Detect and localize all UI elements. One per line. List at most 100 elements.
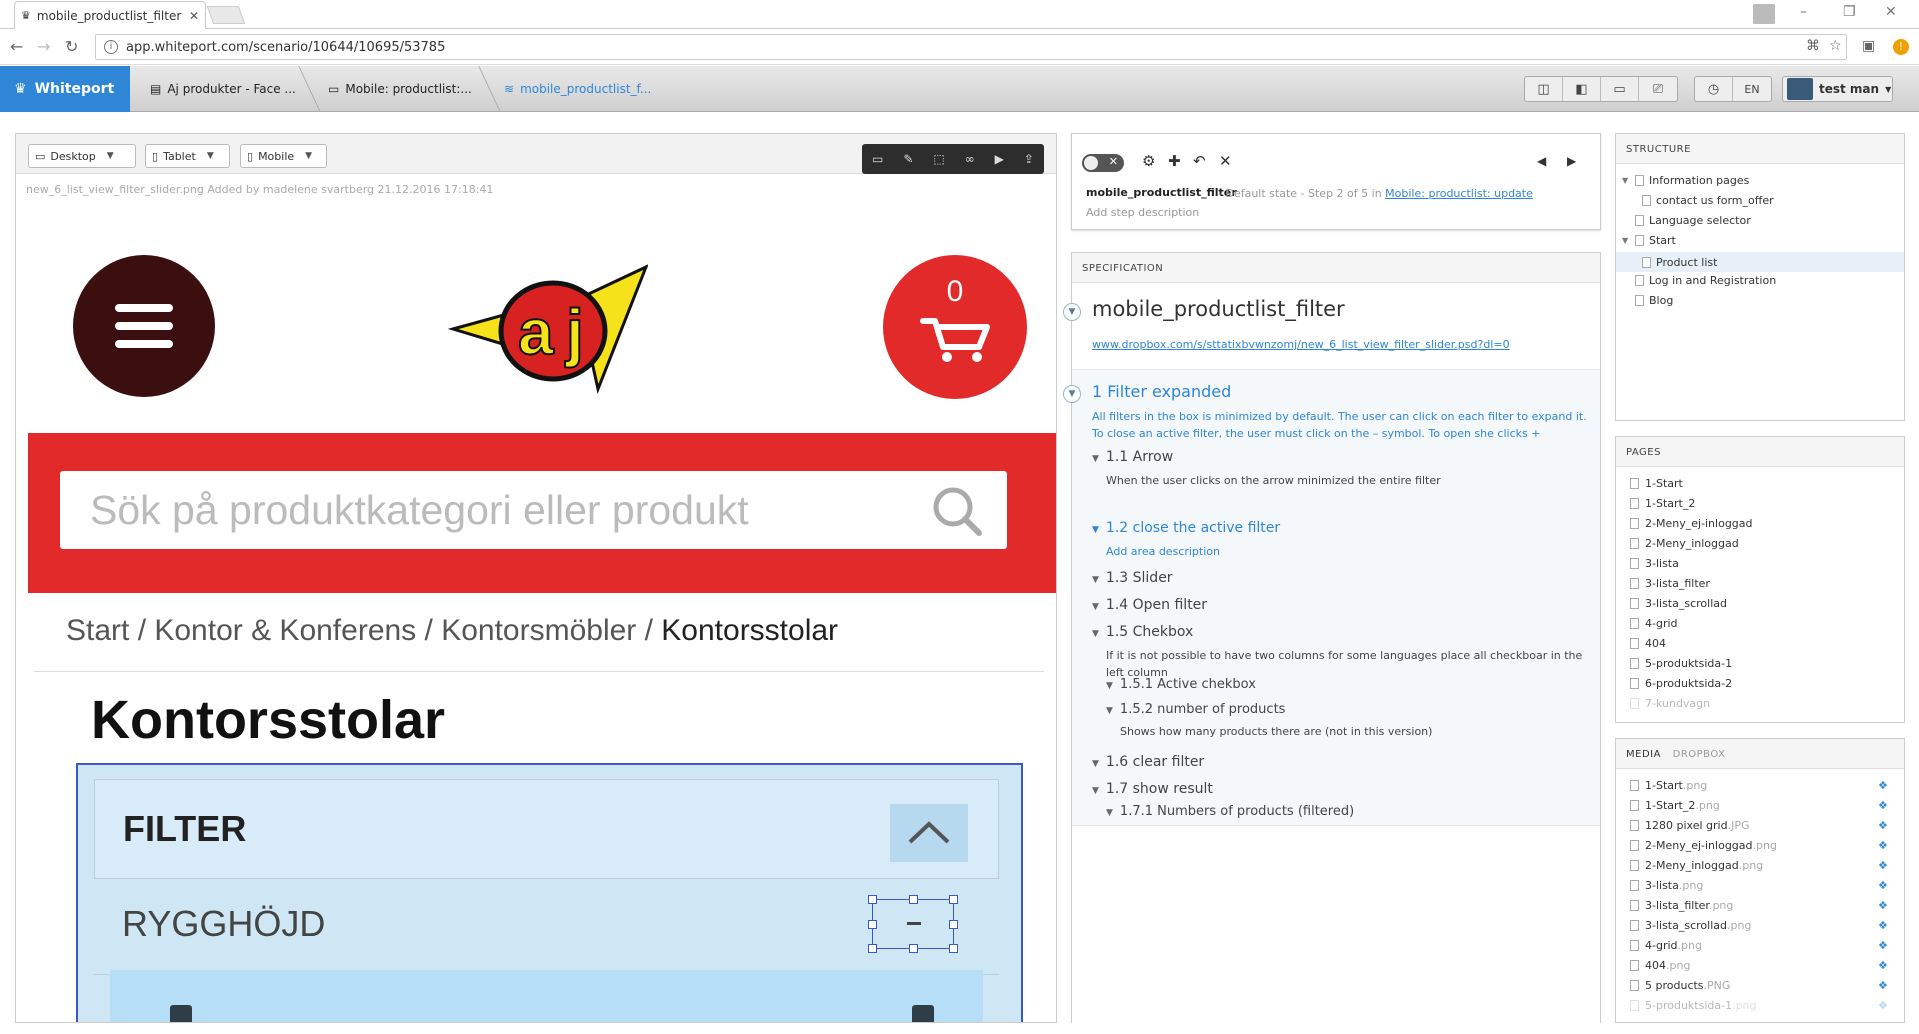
- spec-item-1-4[interactable]: ▼ 1.4 Open filter: [1092, 597, 1207, 613]
- page-item[interactable]: 7-kundvagn: [1630, 697, 1710, 710]
- spec-item-1-5-1[interactable]: ▼ 1.5.1 Active chekbox: [1106, 677, 1256, 692]
- page-item[interactable]: 6-produktsida-2: [1630, 677, 1732, 690]
- step-description[interactable]: Add step description: [1086, 206, 1199, 219]
- spec-source-link[interactable]: www.dropbox.com/s/sttatixbvwnzomj/new_6_…: [1092, 338, 1510, 351]
- dropbox-icon[interactable]: ❖: [1878, 979, 1888, 992]
- resize-handle[interactable]: [868, 895, 877, 904]
- user-menu[interactable]: test man ▼: [1782, 76, 1893, 102]
- spec-item-1-7[interactable]: ▼ 1.7 show result: [1092, 781, 1213, 797]
- play-icon[interactable]: ▶: [995, 152, 1004, 166]
- resize-handle[interactable]: [868, 920, 877, 929]
- restore-icon[interactable]: ❐: [1843, 4, 1856, 20]
- cast-icon[interactable]: ▣: [1862, 38, 1875, 54]
- state-toggle[interactable]: ✕: [1082, 154, 1124, 172]
- minimize-icon[interactable]: –: [1800, 4, 1807, 20]
- media-item[interactable]: 4-grid.png: [1630, 939, 1702, 952]
- breadcrumb-step[interactable]: ≋ mobile_productlist_f...: [486, 66, 651, 112]
- media-item[interactable]: 1-Start_2.png: [1630, 799, 1720, 812]
- breadcrumb-scenario[interactable]: ▭ Mobile: productlist:...: [310, 66, 472, 112]
- page-item[interactable]: 1-Start_2: [1630, 497, 1695, 510]
- tree-item-selected[interactable]: Product list: [1616, 252, 1904, 272]
- page-item[interactable]: 4-grid: [1630, 617, 1678, 630]
- page-item[interactable]: 1-Start: [1630, 477, 1683, 490]
- dropbox-icon[interactable]: ❖: [1878, 919, 1888, 932]
- next-step-icon[interactable]: ▶: [1567, 154, 1576, 168]
- selected-area-close-filter[interactable]: [868, 895, 958, 953]
- device-desktop-button[interactable]: ▭ Desktop ▼: [28, 144, 136, 168]
- address-bar[interactable]: i app.whiteport.com/scenario/10644/10695…: [95, 34, 1847, 60]
- dropbox-icon[interactable]: ❖: [1878, 799, 1888, 812]
- media-item[interactable]: 2-Meny_ej-inloggad.png: [1630, 839, 1777, 852]
- collapse-toggle-icon[interactable]: ▼: [1063, 385, 1081, 403]
- item-description[interactable]: Add area description: [1106, 543, 1220, 560]
- tree-item[interactable]: ▼ Start: [1622, 234, 1676, 247]
- profile-icon[interactable]: [1753, 4, 1775, 24]
- dropbox-icon[interactable]: ❖: [1878, 959, 1888, 972]
- spec-item-1-1[interactable]: ▼ 1.1 Arrow: [1092, 449, 1173, 465]
- close-icon[interactable]: ✕: [189, 9, 199, 23]
- media-item[interactable]: 1-Start.png: [1630, 779, 1707, 792]
- monitor-tool-icon[interactable]: ▭: [872, 152, 883, 166]
- section-title[interactable]: 1 Filter expanded: [1092, 382, 1231, 401]
- tab-media[interactable]: MEDIA: [1626, 749, 1661, 760]
- scenario-link[interactable]: Mobile: productlist: update: [1385, 187, 1533, 200]
- select-area-icon[interactable]: ⬚: [933, 152, 944, 166]
- resize-handle[interactable]: [868, 944, 877, 953]
- resize-handle[interactable]: [909, 895, 918, 904]
- layout-single-icon[interactable]: ▭: [1601, 77, 1639, 101]
- breadcrumb-project[interactable]: ▤ Aj produkter - Face ...: [132, 66, 296, 112]
- dropbox-icon[interactable]: ❖: [1878, 899, 1888, 912]
- spec-item-1-7-1[interactable]: ▼ 1.7.1 Numbers of products (filtered): [1106, 804, 1354, 819]
- tree-item[interactable]: Language selector: [1635, 214, 1751, 227]
- media-item[interactable]: 5 products.PNG: [1630, 979, 1730, 992]
- page-item[interactable]: 3-lista_scrollad: [1630, 597, 1727, 610]
- page-item[interactable]: 2-Meny_inloggad: [1630, 537, 1739, 550]
- history-icon[interactable]: ◷: [1695, 77, 1733, 101]
- tree-item[interactable]: Blog: [1635, 294, 1673, 307]
- dropbox-icon[interactable]: ❖: [1878, 819, 1888, 832]
- dropbox-icon[interactable]: ❖: [1878, 859, 1888, 872]
- spec-item-1-5[interactable]: ▼ 1.5 Chekbox: [1092, 624, 1193, 640]
- forward-icon[interactable]: →: [37, 37, 50, 56]
- tab-dropbox[interactable]: DROPBOX: [1673, 749, 1726, 760]
- page-item[interactable]: 3-lista: [1630, 557, 1679, 570]
- alert-icon[interactable]: !: [1893, 39, 1909, 55]
- media-item[interactable]: 3-lista_scrollad.png: [1630, 919, 1751, 932]
- new-tab-button[interactable]: [206, 6, 246, 24]
- dropbox-icon[interactable]: ❖: [1878, 939, 1888, 952]
- pin-icon[interactable]: ✎: [903, 152, 913, 166]
- dropbox-icon[interactable]: ❖: [1878, 839, 1888, 852]
- tree-item[interactable]: Log in and Registration: [1635, 274, 1776, 287]
- collapse-toggle-icon[interactable]: ▼: [1063, 303, 1081, 321]
- mockup-image[interactable]: a j 0 Sök på produktkategori eller produ…: [28, 204, 1056, 1022]
- gear-icon[interactable]: ⚙: [1142, 152, 1155, 170]
- presentation-icon[interactable]: ⎚: [1639, 77, 1677, 101]
- tree-item[interactable]: ▼ Information pages: [1622, 174, 1749, 187]
- media-item[interactable]: 1280 pixel grid.JPG: [1630, 819, 1749, 832]
- info-icon[interactable]: i: [104, 40, 118, 54]
- dropbox-icon[interactable]: ❖: [1878, 999, 1888, 1012]
- spec-item-1-2[interactable]: ▼ 1.2 close the active filter: [1092, 520, 1280, 536]
- brand-logo[interactable]: ♛ Whiteport: [0, 66, 130, 112]
- reload-icon[interactable]: ↻: [65, 37, 78, 56]
- browser-tab[interactable]: ♛ mobile_productlist_filter ✕: [14, 1, 206, 29]
- page-item[interactable]: 3-lista_filter: [1630, 577, 1710, 590]
- add-icon[interactable]: ✚: [1168, 152, 1181, 170]
- undo-icon[interactable]: ↶: [1193, 152, 1206, 170]
- device-tablet-button[interactable]: ▯ Tablet ▼: [145, 144, 230, 168]
- language-button[interactable]: EN: [1733, 77, 1771, 101]
- page-item[interactable]: 2-Meny_ej-inloggad: [1630, 517, 1753, 530]
- layout-split-left-icon[interactable]: ◫: [1525, 77, 1563, 101]
- media-item[interactable]: 5-produktsida-1.png: [1630, 999, 1757, 1012]
- dropbox-icon[interactable]: ❖: [1878, 779, 1888, 792]
- spec-item-1-3[interactable]: ▼ 1.3 Slider: [1092, 570, 1173, 586]
- window-close-icon[interactable]: ✕: [1885, 4, 1897, 20]
- link-icon[interactable]: ∞: [965, 152, 975, 166]
- page-item[interactable]: 5-produktsida-1: [1630, 657, 1732, 670]
- resize-handle[interactable]: [949, 920, 958, 929]
- delete-icon[interactable]: ✕: [1219, 152, 1232, 170]
- spec-item-1-6[interactable]: ▼ 1.6 clear filter: [1092, 754, 1204, 770]
- resize-handle[interactable]: [909, 944, 918, 953]
- layout-split-icon[interactable]: ◧: [1563, 77, 1601, 101]
- media-item[interactable]: 3-lista_filter.png: [1630, 899, 1733, 912]
